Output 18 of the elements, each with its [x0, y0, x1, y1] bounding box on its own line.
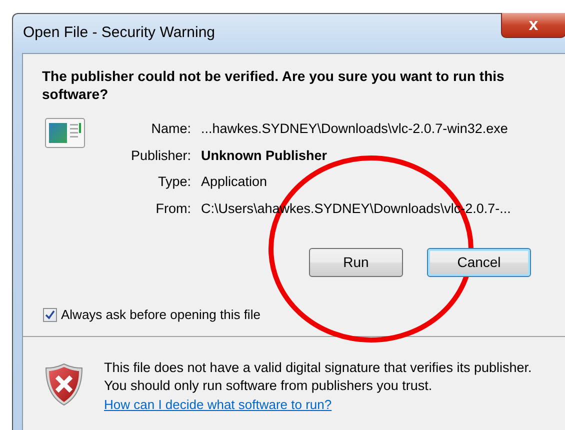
application-icon	[45, 118, 85, 148]
checkbox-label: Always ask before opening this file	[61, 306, 260, 324]
dialog-button[interactable]: Cancel	[427, 248, 531, 277]
field-value: Unknown Publisher	[201, 146, 328, 165]
field-value: Application	[201, 173, 268, 192]
checkbox[interactable]	[43, 308, 57, 322]
warning-text: This file does not have a valid digital signature that verifies its publisher. You should only run software from publishers you trust.	[104, 358, 533, 394]
help-link[interactable]: How can I decide what software to run?	[104, 396, 332, 412]
dialog-button[interactable]: Run	[309, 248, 403, 277]
field-label: Type:	[156, 173, 192, 192]
close-button[interactable]: x	[501, 13, 565, 38]
warning-heading: The publisher could not be verified. Are you sure you want to run this software?	[42, 67, 506, 103]
field-label: Name:	[150, 120, 192, 138]
field-label: Publisher:	[130, 146, 192, 165]
field-label: From:	[154, 200, 192, 218]
field-value: ...hawkes.SYDNEY\Downloads\vlc-2.0.7-win32.exe	[201, 120, 508, 138]
window-title: Open File - Security Warning	[23, 23, 216, 44]
shield-error-icon	[45, 362, 83, 406]
